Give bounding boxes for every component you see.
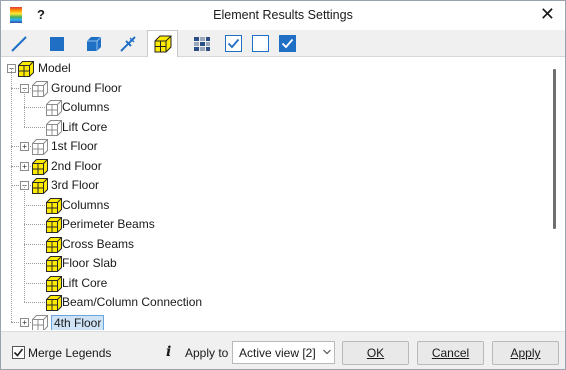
checkmark-icon xyxy=(13,348,24,357)
ok-label: OK xyxy=(366,346,385,360)
merge-legends-checkbox[interactable] xyxy=(12,346,25,359)
apply-button[interactable]: Apply xyxy=(492,341,559,365)
group-cube-yellow-icon xyxy=(45,236,63,254)
expand-icon[interactable]: + xyxy=(20,142,29,151)
tree-connector xyxy=(24,185,25,302)
group-cube-white-icon xyxy=(31,80,49,98)
info-icon[interactable]: i xyxy=(166,344,171,360)
group-cube-yellow-icon xyxy=(45,294,63,312)
grid-icon xyxy=(193,36,210,51)
line-icon xyxy=(10,35,27,52)
apply-to-label: Apply to xyxy=(185,346,229,360)
apply-to-value: Active view [2] xyxy=(239,346,316,360)
group-cube-white-icon xyxy=(45,119,63,137)
tree-connector xyxy=(24,107,45,108)
group-cube-yellow-icon xyxy=(45,275,63,293)
link-icon xyxy=(119,35,136,52)
group-cube-yellow-icon xyxy=(45,255,63,273)
solid-cube-icon xyxy=(86,36,101,51)
tree-connector xyxy=(24,263,45,264)
element-results-settings-dialog: ? Element Results Settings ✕ − Model − G… xyxy=(0,0,566,370)
chevron-down-icon xyxy=(323,349,331,355)
expand-icon[interactable]: + xyxy=(20,161,29,171)
cancel-button[interactable]: Cancel xyxy=(417,341,484,365)
group-cube-yellow-icon xyxy=(31,177,49,195)
tree-connector xyxy=(24,224,45,225)
tree-item-label[interactable]: Ground Floor xyxy=(51,81,122,95)
tree-item-label[interactable]: 4th Floor xyxy=(51,314,105,330)
tree-item-label[interactable]: Model xyxy=(38,61,71,75)
group-cube-white-icon xyxy=(31,138,49,156)
cancel-label: Cancel xyxy=(431,346,470,360)
group-cube-icon xyxy=(154,35,171,53)
expand-icon[interactable]: + xyxy=(20,317,29,327)
tree-connector xyxy=(11,68,12,322)
square-icon xyxy=(49,36,64,51)
tree-connector xyxy=(24,302,45,303)
tree-item-label[interactable]: 1st Floor xyxy=(51,139,98,153)
tree-item-label[interactable]: Floor Slab xyxy=(62,256,117,270)
group-cube-white-icon xyxy=(31,314,49,330)
tree-item-label[interactable]: 3rd Floor xyxy=(51,178,99,192)
layout-tab[interactable] xyxy=(186,31,217,56)
tree-connector xyxy=(24,204,45,206)
tree-item-label[interactable]: 2nd Floor xyxy=(51,159,102,173)
tree-connector xyxy=(24,87,25,127)
tree-item-label[interactable]: Columns xyxy=(62,198,109,212)
tree-connector xyxy=(24,126,45,128)
checkbox-empty-icon xyxy=(251,34,269,52)
check-all-button[interactable] xyxy=(224,34,242,52)
group-cube-yellow-icon xyxy=(45,216,63,234)
tree-connector xyxy=(24,282,45,284)
groups-tab[interactable] xyxy=(147,30,178,57)
line-elements-tab[interactable] xyxy=(3,31,34,56)
checkbox-checked-icon xyxy=(224,34,242,52)
title-bar: ? Element Results Settings ✕ xyxy=(1,1,565,30)
checkbox-filled-icon xyxy=(278,34,296,52)
apply-label: Apply xyxy=(510,346,541,360)
tree-item-label[interactable]: Columns xyxy=(62,100,109,114)
window-title: Element Results Settings xyxy=(213,8,353,22)
tree-item-label[interactable]: Perimeter Beams xyxy=(62,217,155,231)
uncheck-all-button[interactable] xyxy=(251,34,269,52)
group-tree: − Model − Ground Floor Columns Lift Core +1st … xyxy=(3,58,563,330)
tree-item-label[interactable]: Beam/Column Connection xyxy=(62,295,202,309)
group-cube-yellow-icon xyxy=(31,158,49,176)
merge-legends-label: Merge Legends xyxy=(28,346,112,360)
ok-button[interactable]: OK xyxy=(342,341,409,365)
close-button[interactable]: ✕ xyxy=(540,4,555,24)
solid-elements-tab[interactable] xyxy=(78,31,109,56)
tree-item-label[interactable]: Cross Beams xyxy=(62,237,134,251)
shell-elements-tab[interactable] xyxy=(41,31,72,56)
tree-item-label[interactable]: Lift Core xyxy=(62,120,107,134)
group-cube-yellow-icon xyxy=(17,60,35,78)
toolbar xyxy=(1,30,565,57)
group-cube-yellow-icon xyxy=(45,197,63,215)
group-cube-white-icon xyxy=(45,99,63,117)
check-selected-button[interactable] xyxy=(278,34,296,52)
tree-item-label[interactable]: Lift Core xyxy=(62,276,107,290)
links-tab[interactable] xyxy=(112,31,143,56)
tree-scrollbar[interactable] xyxy=(553,69,556,229)
tree-connector xyxy=(24,243,45,245)
apply-to-select[interactable]: Active view [2] xyxy=(232,341,335,364)
